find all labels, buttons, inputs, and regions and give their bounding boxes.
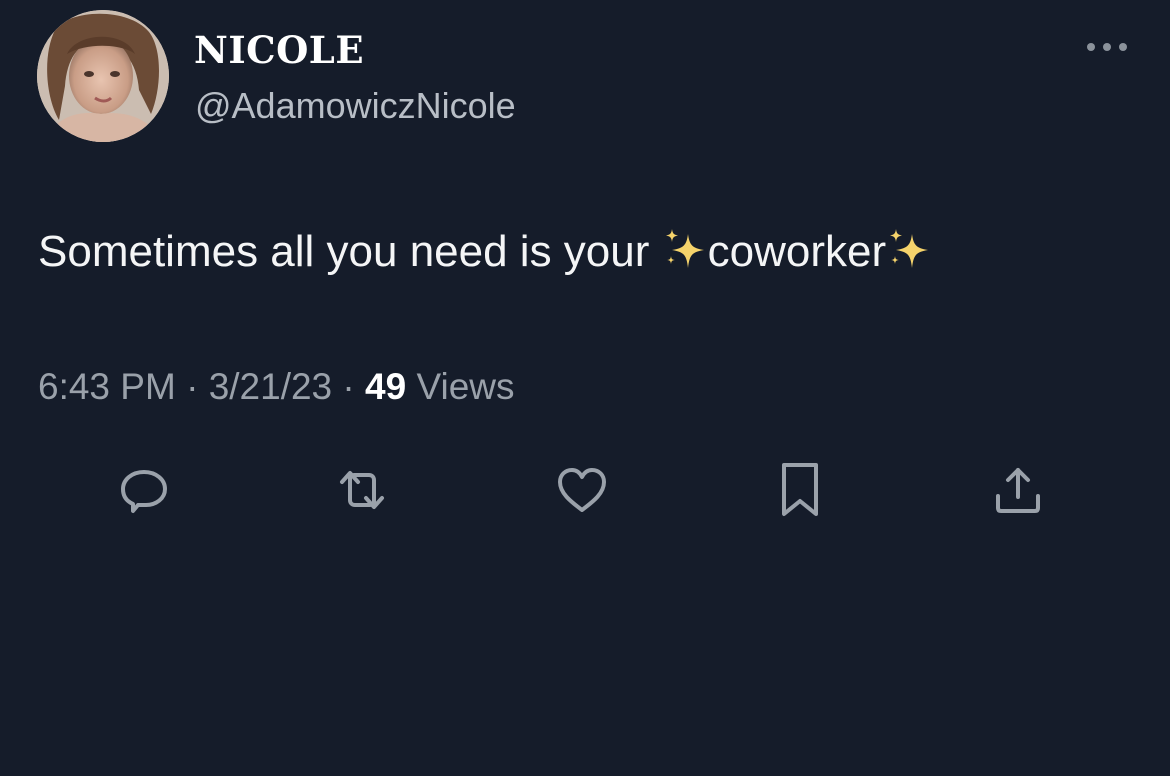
- more-options-button[interactable]: [1082, 30, 1132, 64]
- display-name[interactable]: NICOLE: [194, 28, 364, 72]
- tweet-text-emphasized: coworker: [707, 227, 887, 276]
- share-upload-icon: [996, 468, 1040, 513]
- tweet-metadata: 6:43 PM · 3/21/23 · 49 Views: [38, 364, 515, 410]
- avatar[interactable]: [37, 10, 169, 142]
- tweet-text-start: Sometimes all you need is your: [38, 227, 662, 276]
- views-label[interactable]: Views: [406, 366, 514, 407]
- bookmark-icon: [782, 463, 818, 516]
- tweet-time[interactable]: 6:43 PM: [38, 366, 176, 407]
- sparkles-icon: [662, 226, 708, 272]
- tweet-card: NICOLE @AdamowiczNicole Sometimes all yo…: [0, 0, 1170, 776]
- like-button[interactable]: [550, 460, 614, 520]
- reply-button[interactable]: [112, 460, 176, 520]
- speech-bubble-icon: [121, 470, 167, 513]
- ellipsis-icon: [1087, 43, 1127, 51]
- tweet-text: Sometimes all you need is your coworker: [38, 224, 932, 280]
- sparkles-icon: [886, 226, 932, 272]
- heart-icon: [558, 468, 606, 512]
- share-button[interactable]: [986, 460, 1050, 520]
- bookmark-button[interactable]: [768, 460, 832, 520]
- retweet-arrows-icon: [340, 471, 384, 509]
- meta-separator: ·: [332, 366, 366, 407]
- user-handle[interactable]: @AdamowiczNicole: [195, 85, 516, 127]
- avatar-photo: [37, 10, 169, 142]
- views-count[interactable]: 49: [365, 366, 406, 407]
- meta-separator: ·: [175, 366, 209, 407]
- tweet-date[interactable]: 3/21/23: [209, 366, 332, 407]
- retweet-button[interactable]: [330, 460, 394, 520]
